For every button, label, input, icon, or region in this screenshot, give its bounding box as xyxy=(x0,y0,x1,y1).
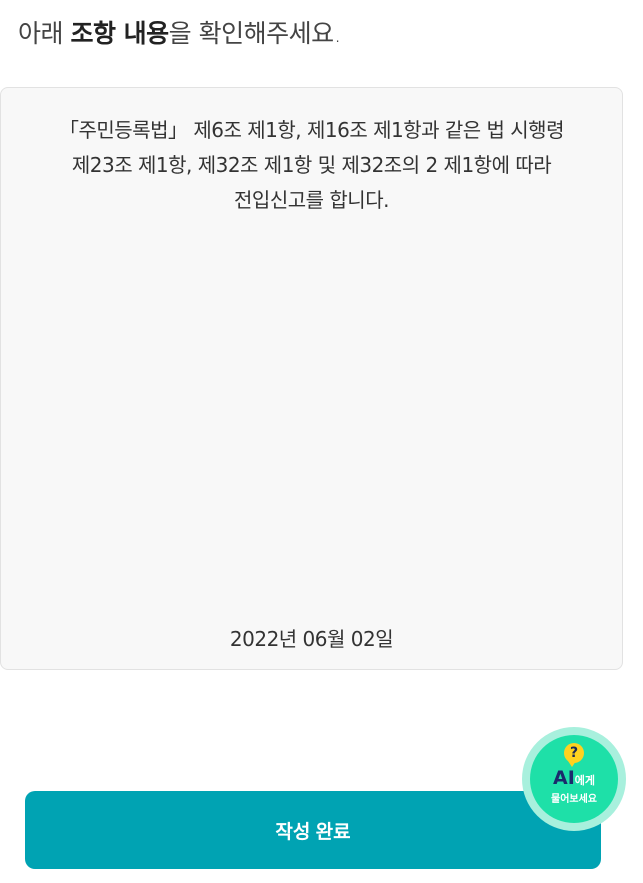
page: 아래 조항 내용을 확인해주세요. 「주민등록법」 제6조 제1항, 제16조 … xyxy=(0,0,643,883)
heading-prefix: 아래 xyxy=(18,19,71,48)
heading-emphasis: 조항 내용 xyxy=(70,19,169,48)
ai-label: AI xyxy=(552,767,575,789)
heading-suffix: 을 확인해주세요. xyxy=(168,19,342,48)
ask-ai-button-inner: ? AI에게 물어보세요 xyxy=(530,735,618,823)
clause-content-box: 「주민등록법」 제6조 제1항, 제16조 제1항과 같은 법 시행령 제23조… xyxy=(0,87,623,670)
ai-suffix: 에게 xyxy=(574,774,596,787)
ask-ai-line2: 물어보세요 xyxy=(551,794,597,805)
clause-date: 2022년 06월 02일 xyxy=(229,627,394,651)
question-bubble-icon: ? xyxy=(564,743,584,767)
ask-ai-line1: AI에게 xyxy=(553,767,595,789)
ask-ai-button[interactable]: ? AI에게 물어보세요 xyxy=(522,727,626,831)
clause-text: 「주민등록법」 제6조 제1항, 제16조 제1항과 같은 법 시행령 제23조… xyxy=(59,118,564,212)
page-heading: 아래 조항 내용을 확인해주세요. xyxy=(18,14,342,50)
submit-button[interactable]: 작성 완료 xyxy=(25,791,601,869)
